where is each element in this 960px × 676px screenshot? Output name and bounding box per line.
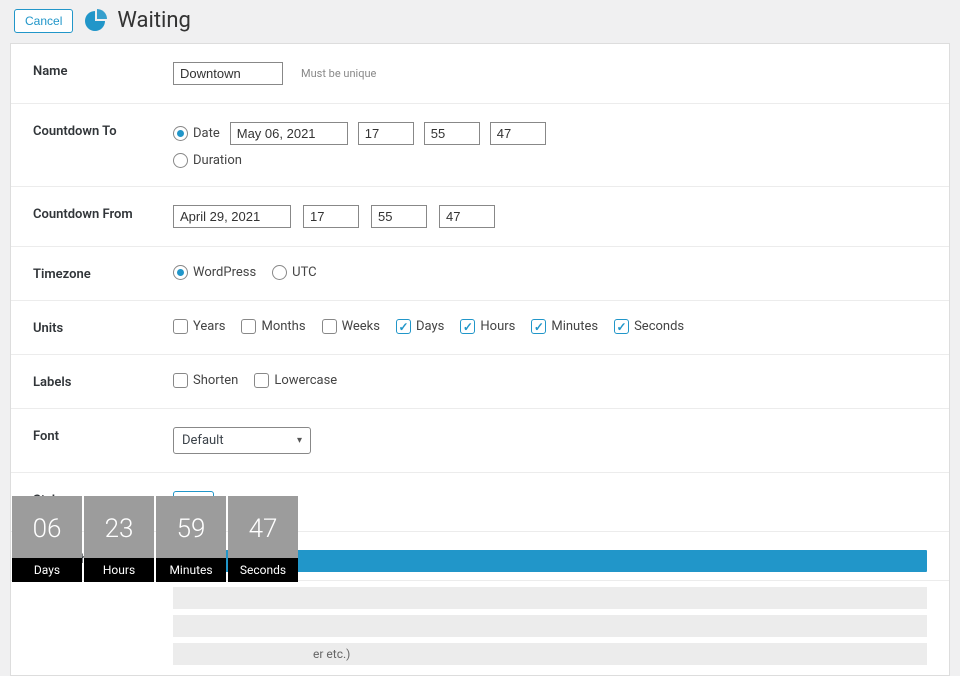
on-finish-option[interactable]	[173, 615, 927, 637]
countdown-from-ss-input[interactable]	[439, 205, 495, 228]
unit-seconds-label: Seconds	[228, 558, 298, 582]
row-units: Units Years Months Weeks Days Hours Minu…	[11, 301, 949, 355]
cancel-button[interactable]: Cancel	[14, 9, 73, 33]
checkbox-icon	[396, 319, 411, 334]
radio-utc-label: UTC	[292, 265, 316, 280]
countdown-preview: 06 Days 23 Hours 59 Minutes 47 Seconds	[12, 496, 298, 582]
name-hint: Must be unique	[301, 67, 376, 80]
check-hours-label: Hours	[480, 319, 515, 334]
radio-duration[interactable]: Duration	[173, 153, 242, 168]
row-labels: Labels Shorten Lowercase	[11, 355, 949, 409]
check-weeks[interactable]: Weeks	[322, 319, 380, 334]
checkbox-icon	[173, 319, 188, 334]
check-seconds[interactable]: Seconds	[614, 319, 684, 334]
label-name: Name	[33, 62, 173, 79]
countdown-to-ss-input[interactable]	[490, 122, 546, 145]
row-timezone: Timezone WordPress UTC	[11, 247, 949, 301]
font-select-value: Default	[182, 433, 224, 448]
name-input[interactable]	[173, 62, 283, 85]
checkbox-icon	[173, 373, 188, 388]
label-font: Font	[33, 427, 173, 444]
check-months-label: Months	[261, 319, 305, 334]
check-lowercase[interactable]: Lowercase	[254, 373, 337, 388]
app-logo-icon	[83, 9, 107, 33]
unit-minutes: 59 Minutes	[156, 496, 226, 582]
unit-days: 06 Days	[12, 496, 82, 582]
chevron-down-icon: ▾	[297, 435, 302, 446]
check-years[interactable]: Years	[173, 319, 225, 334]
check-hours[interactable]: Hours	[460, 319, 515, 334]
font-select[interactable]: Default ▾	[173, 427, 311, 454]
on-finish-extra: er etc.)	[11, 581, 949, 675]
row-countdown-from: Countdown From	[11, 187, 949, 247]
row-font: Font Default ▾	[11, 409, 949, 473]
label-countdown-from: Countdown From	[33, 205, 173, 222]
check-weeks-label: Weeks	[342, 319, 380, 334]
radio-wordpress-label: WordPress	[193, 265, 256, 280]
radio-icon	[173, 153, 188, 168]
on-finish-option[interactable]: er etc.)	[173, 643, 927, 665]
radio-utc[interactable]: UTC	[272, 265, 316, 280]
unit-days-label: Days	[12, 558, 82, 582]
countdown-from-mm-input[interactable]	[371, 205, 427, 228]
label-labels: Labels	[33, 373, 173, 390]
radio-duration-label: Duration	[193, 153, 242, 168]
check-minutes[interactable]: Minutes	[531, 319, 598, 334]
radio-date-label: Date	[193, 126, 220, 141]
check-months[interactable]: Months	[241, 319, 305, 334]
checkbox-icon	[531, 319, 546, 334]
checkbox-icon	[322, 319, 337, 334]
check-lowercase-label: Lowercase	[274, 373, 337, 388]
check-days[interactable]: Days	[396, 319, 444, 334]
checkbox-icon	[614, 319, 629, 334]
radio-icon	[173, 265, 188, 280]
unit-seconds-value: 47	[228, 496, 298, 558]
check-shorten[interactable]: Shorten	[173, 373, 238, 388]
page-title: Waiting	[117, 8, 191, 33]
label-countdown-to: Countdown To	[33, 122, 173, 139]
countdown-from-date-input[interactable]	[173, 205, 291, 228]
countdown-from-hh-input[interactable]	[303, 205, 359, 228]
check-seconds-label: Seconds	[634, 319, 684, 334]
unit-minutes-label: Minutes	[156, 558, 226, 582]
unit-minutes-value: 59	[156, 496, 226, 558]
check-shorten-label: Shorten	[193, 373, 238, 388]
unit-hours: 23 Hours	[84, 496, 154, 582]
radio-icon	[272, 265, 287, 280]
checkbox-icon	[241, 319, 256, 334]
radio-wordpress[interactable]: WordPress	[173, 265, 256, 280]
checkbox-icon	[254, 373, 269, 388]
unit-hours-label: Hours	[84, 558, 154, 582]
on-finish-option[interactable]	[173, 587, 927, 609]
countdown-to-hh-input[interactable]	[358, 122, 414, 145]
radio-icon	[173, 126, 188, 141]
page-header: Cancel Waiting	[0, 0, 960, 43]
check-days-label: Days	[416, 319, 444, 334]
row-countdown-to: Countdown To Date Duration	[11, 104, 949, 187]
unit-hours-value: 23	[84, 496, 154, 558]
checkbox-icon	[460, 319, 475, 334]
label-units: Units	[33, 319, 173, 336]
unit-seconds: 47 Seconds	[228, 496, 298, 582]
check-years-label: Years	[193, 319, 225, 334]
row-name: Name Must be unique	[11, 44, 949, 104]
radio-date[interactable]: Date	[173, 126, 220, 141]
countdown-to-date-input[interactable]	[230, 122, 348, 145]
unit-days-value: 06	[12, 496, 82, 558]
countdown-to-mm-input[interactable]	[424, 122, 480, 145]
check-minutes-label: Minutes	[551, 319, 598, 334]
label-timezone: Timezone	[33, 265, 173, 282]
